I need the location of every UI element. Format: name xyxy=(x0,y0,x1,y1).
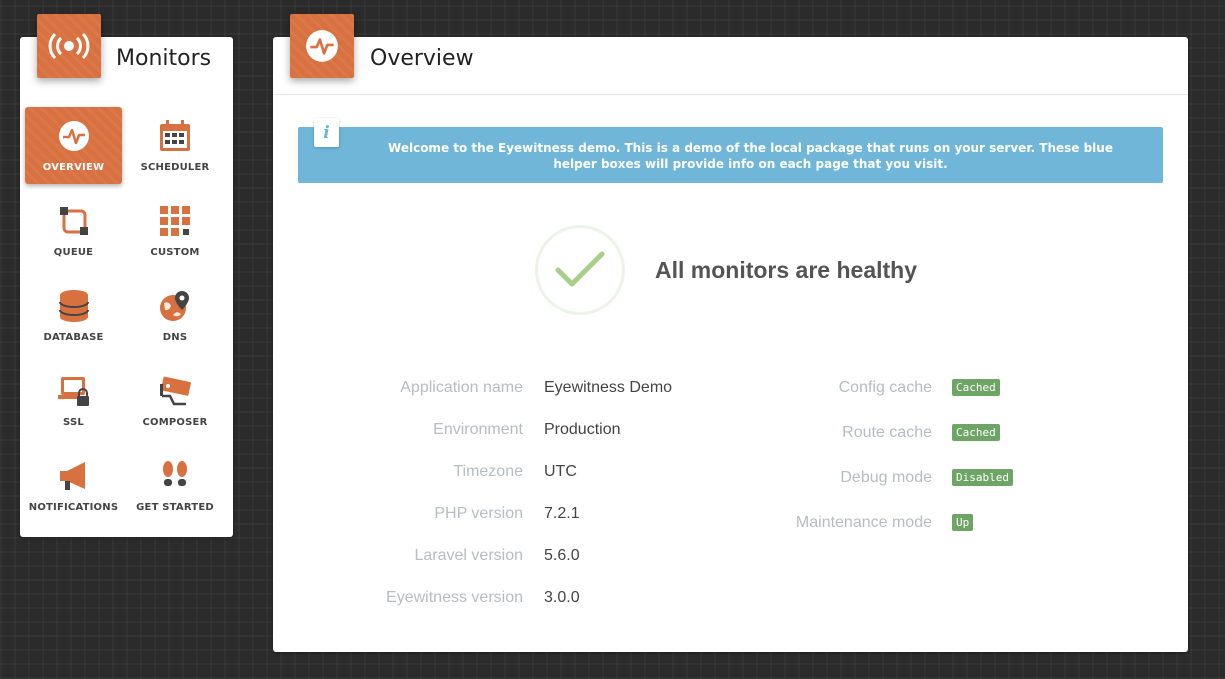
app-info-value: Production xyxy=(544,421,621,438)
app-info-row: Timezone xyxy=(273,463,523,483)
health-message: All monitors are healthy xyxy=(655,256,918,283)
app-info-label: Application name xyxy=(400,379,523,396)
info-helper-box: i Welcome to the Eyewitness demo. This i… xyxy=(298,118,1163,183)
info-icon: i xyxy=(314,118,339,147)
sidebar-item-queue[interactable]: QUEUE xyxy=(25,192,122,269)
sidebar-item-label: SSL xyxy=(63,417,84,428)
sidebar-item-label: QUEUE xyxy=(53,247,94,258)
health-status: All monitors are healthy xyxy=(535,225,917,315)
status-info-row: Debug mode xyxy=(673,469,932,489)
app-info-row: Eyewitness version xyxy=(273,589,523,609)
app-info-value: 7.2.1 xyxy=(544,505,580,522)
megaphone-icon xyxy=(57,459,91,493)
health-check-icon xyxy=(535,225,625,315)
sidebar-title: Monitors xyxy=(116,46,212,71)
calendar-icon xyxy=(158,119,192,153)
app-info-row: Application name xyxy=(273,379,523,399)
status-info-label: Config cache xyxy=(838,379,932,396)
sidebar-item-get-started[interactable]: GET STARTED xyxy=(122,447,228,524)
sidebar-item-label: NOTIFICATIONS xyxy=(28,502,119,513)
database-icon xyxy=(57,289,91,323)
activity-icon xyxy=(57,119,91,153)
app-info-label: Eyewitness version xyxy=(386,589,523,606)
sidebar-item-dns[interactable]: DNS xyxy=(122,277,228,354)
app-info-label: PHP version xyxy=(434,505,523,522)
status-info-label: Route cache xyxy=(842,424,932,441)
app-info-row: PHP version xyxy=(273,505,523,525)
sidebar-item-overview[interactable]: OVERVIEW xyxy=(25,107,122,184)
grid-icon xyxy=(158,204,192,238)
app-info-row: Environment xyxy=(273,421,523,441)
status-badge: Cached xyxy=(952,424,1000,441)
app-info-value: UTC xyxy=(544,463,577,480)
sidebar-item-custom[interactable]: CUSTOM xyxy=(122,192,228,269)
page-title: Overview xyxy=(370,46,474,71)
sidebar-item-label: DNS xyxy=(162,332,188,343)
queue-icon xyxy=(57,204,91,238)
header-divider xyxy=(273,94,1188,95)
app-info-row: Laravel version xyxy=(273,547,524,567)
status-info-label: Maintenance mode xyxy=(795,514,932,531)
status-badge: Disabled xyxy=(952,469,1013,486)
sidebar-item-notifications[interactable]: NOTIFICATIONS xyxy=(25,447,122,524)
sidebar-item-ssl[interactable]: SSL xyxy=(25,362,122,439)
sidebar-item-label: CUSTOM xyxy=(150,247,200,258)
sidebar-nav: OVERVIEW SCHEDULER QUEUE CUSTOM DATABASE… xyxy=(25,107,228,532)
app-info-label: Laravel version xyxy=(414,547,524,564)
sidebar-item-label: COMPOSER xyxy=(142,417,208,428)
broadcast-icon xyxy=(37,14,101,78)
laptop-lock-icon xyxy=(57,374,91,408)
info-text: Welcome to the Eyewitness demo. This is … xyxy=(388,141,1113,171)
sidebar: Monitors OVERVIEW SCHEDULER QUEUE CUSTOM… xyxy=(20,14,233,537)
sidebar-item-composer[interactable]: COMPOSER xyxy=(122,362,228,439)
app-info-value: 5.6.0 xyxy=(544,547,580,564)
status-info-row: Config cache xyxy=(673,379,932,399)
sidebar-item-label: OVERVIEW xyxy=(42,162,105,173)
status-info-row: Maintenance mode xyxy=(673,514,932,534)
main-panel: Overview i Welcome to the Eyewitness dem… xyxy=(273,14,1188,652)
sidebar-item-scheduler[interactable]: SCHEDULER xyxy=(122,107,228,184)
app-info-value: 3.0.0 xyxy=(544,589,580,606)
status-badge: Cached xyxy=(952,379,1000,396)
sidebar-item-label: SCHEDULER xyxy=(140,162,210,173)
status-badge: Up xyxy=(952,514,974,531)
app-info-value: Eyewitness Demo xyxy=(544,379,673,396)
sidebar-item-label: DATABASE xyxy=(43,332,104,343)
app-info-label: Timezone xyxy=(453,463,523,480)
footprints-icon xyxy=(158,459,192,493)
status-info-row: Route cache xyxy=(673,424,932,444)
sidebar-item-label: GET STARTED xyxy=(136,502,214,513)
globe-pin-icon xyxy=(158,289,192,323)
activity-icon xyxy=(290,14,354,78)
status-info-label: Debug mode xyxy=(840,469,932,486)
camera-icon xyxy=(158,374,192,408)
sidebar-item-database[interactable]: DATABASE xyxy=(25,277,122,354)
app-info-label: Environment xyxy=(433,421,523,438)
